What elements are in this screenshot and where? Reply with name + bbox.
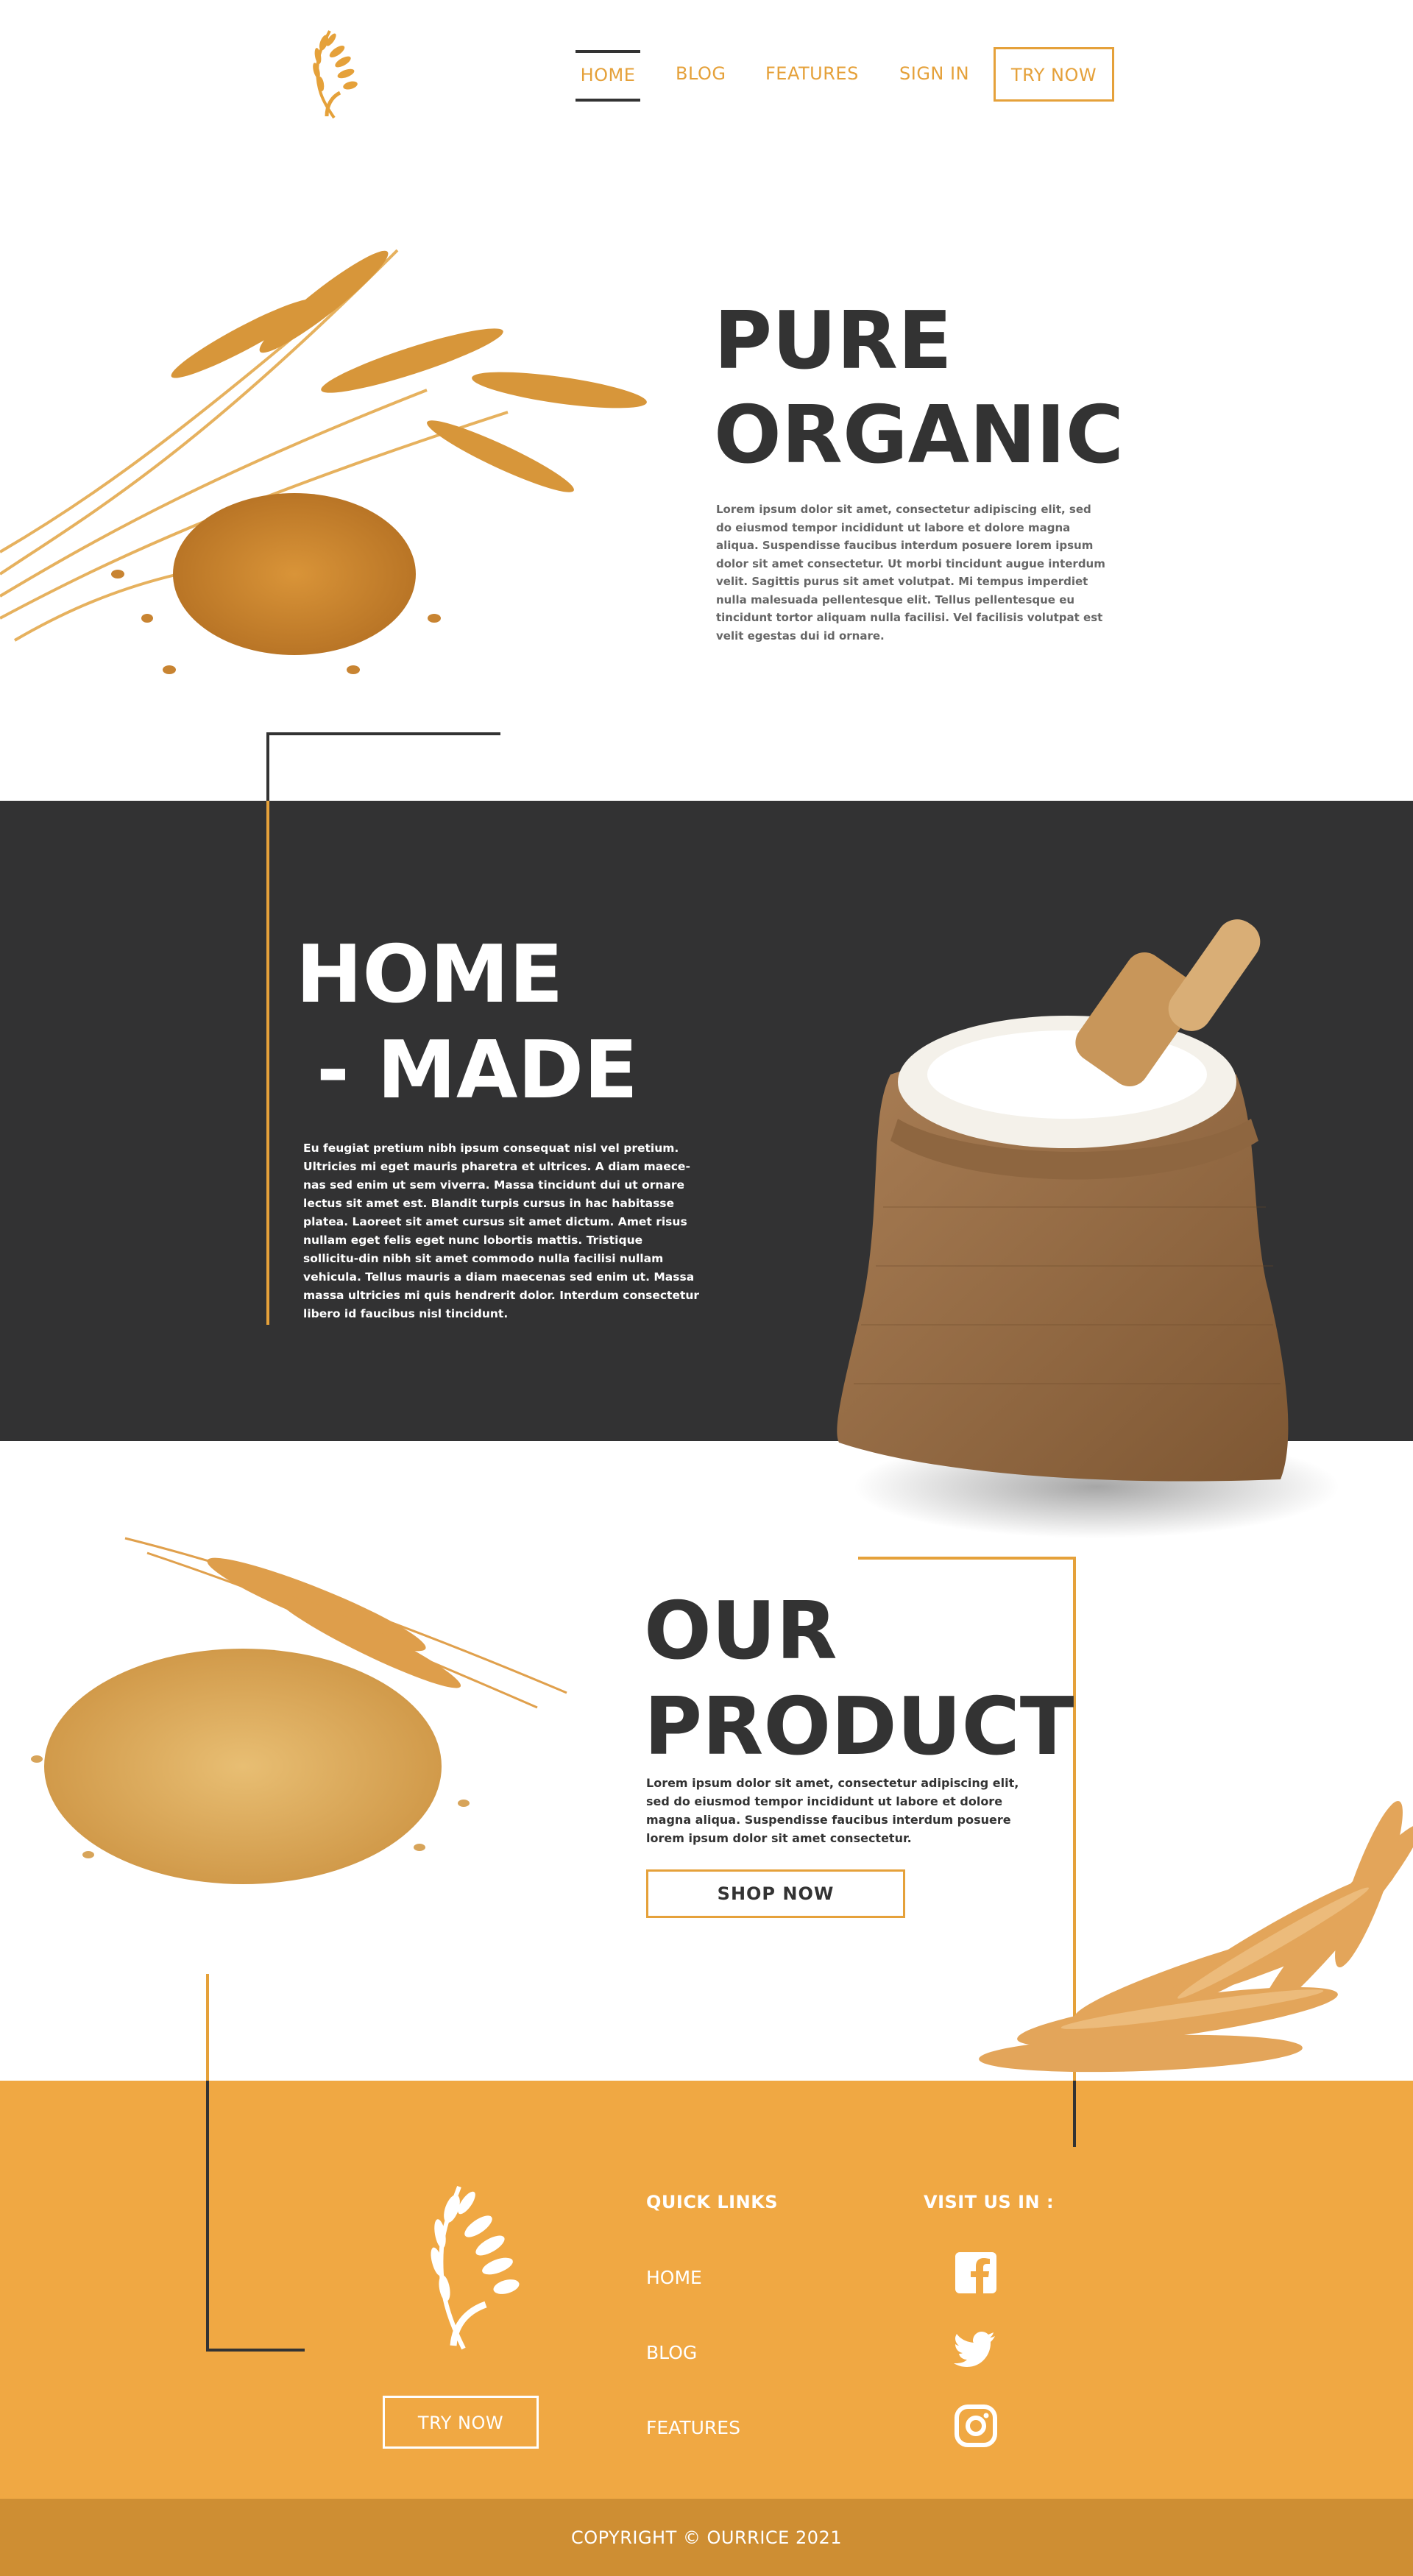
facebook-icon[interactable] (954, 2251, 998, 2295)
product-title-line-1: OUR (644, 1585, 837, 1677)
wheat-stalks-grains-image (0, 249, 647, 674)
footer-link-home[interactable]: HOME (646, 2267, 702, 2288)
product-title: OUR PRODUCT (644, 1584, 1100, 1775)
instagram-icon[interactable] (954, 2404, 998, 2448)
frame-line (266, 732, 269, 801)
rice-sack-scoop-image (837, 919, 1339, 1538)
nav-try-now-button[interactable]: TRY NOW (994, 47, 1114, 102)
visit-us-heading: VISIT US IN : (924, 2192, 1055, 2212)
nav-blog[interactable]: BLOG (676, 63, 726, 96)
nav-sign-in[interactable]: SIGN IN (899, 63, 969, 96)
frame-line (206, 2081, 209, 2352)
footer-link-blog[interactable]: BLOG (646, 2342, 697, 2363)
wheat-logo-icon[interactable] (302, 29, 361, 119)
nav-features[interactable]: FEATURES (765, 63, 859, 96)
frame-line (206, 2349, 305, 2352)
quick-links-heading: QUICK LINKS (646, 2192, 779, 2212)
homemade-title-line-2: - MADE (316, 1025, 638, 1117)
hero-body-text: Lorem ipsum dolor sit amet, consectetur … (716, 503, 1105, 643)
hero-title-line-2: ORGANIC (714, 389, 1125, 481)
shop-now-button[interactable]: SHOP NOW (646, 1869, 905, 1918)
twitter-icon[interactable] (954, 2326, 998, 2370)
hero-title-line-1: PURE (714, 295, 952, 387)
barley-grains-image (31, 1537, 567, 1884)
homemade-title-line-1: HOME (296, 929, 564, 1021)
copyright-text: COPYRIGHT © OURRICE 2021 (570, 2527, 843, 2548)
footer-link-features[interactable]: FEATURES (646, 2417, 740, 2438)
footer-try-now-button[interactable]: TRY NOW (383, 2396, 539, 2449)
homemade-body-text: Eu feugiat pretium nibh ipsum consequat … (303, 1142, 700, 1320)
frame-line-accent (206, 1974, 209, 2081)
frame-line-accent (266, 801, 269, 1325)
product-title-line-2: PRODUCT (644, 1681, 1074, 1773)
wheat-logo-icon (431, 2185, 520, 2350)
nav-home[interactable]: HOME (576, 50, 640, 102)
hero-title: PURE ORGANIC (714, 294, 1170, 483)
homemade-title: HOME - MADE (296, 927, 811, 1119)
wheat-ears-image (979, 1800, 1413, 2073)
frame-line (1073, 2081, 1076, 2147)
frame-line (266, 732, 500, 735)
frame-line-accent (858, 1557, 1076, 1560)
